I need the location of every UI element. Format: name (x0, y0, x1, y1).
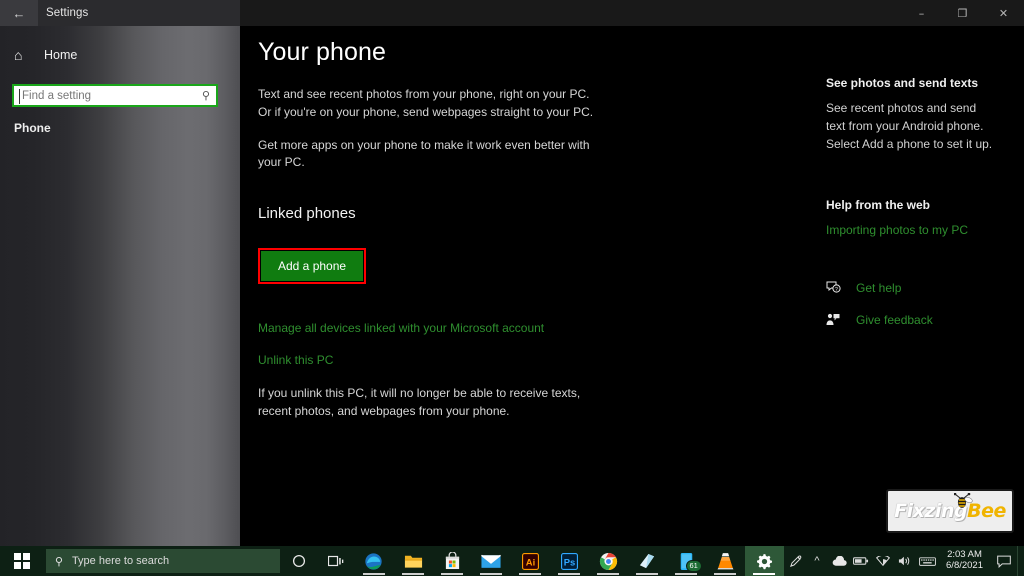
right-panel-text-1: See recent photos and send text from you… (826, 101, 993, 152)
action-label-get-help[interactable]: Get help (856, 281, 901, 295)
page-title: Your phone (258, 38, 386, 66)
search-icon[interactable]: ⚲ (196, 89, 216, 102)
title-bar: ← Settings – ❐ ✕ (0, 0, 1024, 26)
sidebar-item-home[interactable]: ⌂ Home (0, 38, 240, 72)
task-view-icon[interactable] (317, 546, 354, 576)
search-wrapper: ⚲ (12, 84, 218, 107)
windows-start-icon[interactable] (0, 546, 44, 576)
microsoft-store-icon[interactable] (433, 546, 472, 576)
onedrive-cloud-icon[interactable] (828, 546, 850, 576)
watermark-text: FixzingBee (894, 500, 1006, 522)
watermark-logo: FixzingBee (886, 489, 1014, 533)
search-box[interactable]: ⚲ (12, 84, 218, 107)
main-column: Your phone Text and see recent photos fr… (258, 26, 818, 421)
action-get-help[interactable]: ? Get help (826, 277, 1011, 299)
taskbar-search-box[interactable]: ⚲ Type here to search (45, 549, 281, 573)
help-bubble-icon: ? (826, 281, 846, 294)
feedback-person-icon (826, 313, 846, 326)
settings-window: ← Settings – ❐ ✕ ⌂ Home ⚲ Phone (0, 0, 1024, 546)
back-arrow-icon[interactable]: ← (0, 0, 38, 26)
maximize-restore-button[interactable]: ❐ (942, 0, 983, 26)
system-tray: ^ 2:03 AM 6/8/2021 (784, 546, 1024, 576)
your-phone-badge: 61 (685, 559, 702, 572)
intro-paragraph-1: Text and see recent photos from your pho… (258, 87, 594, 119)
taskbar-search-placeholder: Type here to search (71, 555, 170, 567)
mail-icon[interactable] (472, 546, 511, 576)
illustrator-icon[interactable]: Ai (511, 546, 550, 576)
svg-text:Ps: Ps (563, 557, 575, 568)
action-give-feedback[interactable]: Give feedback (826, 309, 1011, 331)
file-explorer-icon[interactable] (393, 546, 432, 576)
search-input[interactable] (14, 89, 196, 102)
sidebar-section-phone: Phone (14, 121, 51, 135)
link-importing-photos[interactable]: Importing photos to my PC (826, 223, 1011, 237)
action-center-icon[interactable] (991, 546, 1017, 576)
right-panel-heading-1: See photos and send texts (826, 76, 979, 90)
link-unlink-pc[interactable]: Unlink this PC (258, 353, 818, 367)
content-area: Your phone Text and see recent photos fr… (240, 26, 1024, 546)
add-phone-highlight-box: Add a phone (258, 248, 367, 284)
your-phone-icon[interactable]: 61 (667, 546, 706, 576)
text-caret (19, 89, 20, 104)
home-icon: ⌂ (14, 47, 23, 63)
show-hidden-icons-chevron[interactable]: ^ (806, 546, 828, 576)
pen-workspace-icon[interactable] (784, 546, 806, 576)
battery-icon[interactable] (850, 546, 872, 576)
volume-icon[interactable] (894, 546, 916, 576)
minimize-button[interactable]: – (901, 0, 942, 26)
window-title: Settings (46, 7, 89, 19)
svg-text:?: ? (835, 287, 838, 293)
touch-keyboard-icon[interactable] (916, 546, 938, 576)
chrome-icon[interactable] (589, 546, 628, 576)
action-label-give-feedback[interactable]: Give feedback (856, 313, 933, 327)
tray-date: 6/8/2021 (946, 560, 983, 571)
edge-icon[interactable] (354, 546, 393, 576)
right-panel-actions: ? Get help Give feedback (826, 277, 1011, 331)
vlc-icon[interactable] (706, 546, 745, 576)
settings-sidebar: ⌂ Home ⚲ Phone (0, 26, 240, 546)
office-icon[interactable] (628, 546, 667, 576)
title-bar-left: ← Settings (0, 0, 240, 26)
right-info-panel: See photos and send texts See recent pho… (826, 26, 1011, 341)
right-panel-heading-2: Help from the web (826, 197, 931, 212)
intro-paragraph-2: Get more apps on your phone to make it w… (258, 137, 590, 170)
sidebar-item-label-home: Home (44, 48, 78, 62)
settings-icon[interactable] (744, 546, 784, 576)
tray-clock[interactable]: 2:03 AM 6/8/2021 (938, 546, 991, 576)
link-manage-devices[interactable]: Manage all devices linked with your Micr… (258, 321, 818, 335)
window-controls: – ❐ ✕ (901, 0, 1024, 26)
svg-text:Ai: Ai (525, 557, 534, 568)
start-logo-glyph (14, 553, 30, 569)
section-heading-linked-phones: Linked phones (258, 205, 356, 222)
photoshop-icon[interactable]: Ps (550, 546, 589, 576)
show-desktop-button[interactable] (1017, 546, 1024, 576)
wifi-icon[interactable] (872, 546, 894, 576)
unlink-note: If you unlink this PC, it will no longer… (258, 386, 581, 418)
cortana-circle-icon[interactable] (280, 546, 317, 576)
search-icon: ⚲ (54, 555, 63, 568)
close-button[interactable]: ✕ (983, 0, 1024, 26)
screen: ← Settings – ❐ ✕ ⌂ Home ⚲ Phone (0, 0, 1024, 576)
taskbar: ⚲ Type here to search Ai Ps 61 ^ 2:03 AM… (0, 546, 1024, 576)
add-phone-button[interactable]: Add a phone (261, 251, 364, 281)
